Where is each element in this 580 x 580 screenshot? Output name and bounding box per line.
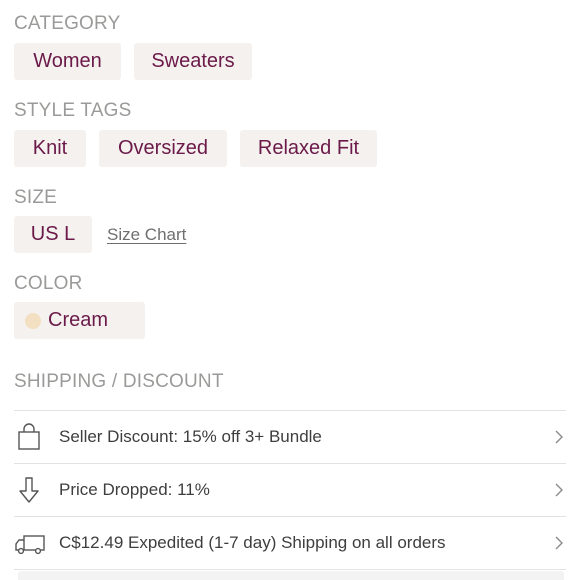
divider [14, 569, 566, 570]
shipping-row[interactable]: C$12.49 Expedited (1-7 day) Shipping on … [14, 517, 566, 569]
seller-discount-text: Seller Discount: 15% off 3+ Bundle [59, 427, 322, 446]
color-label: Cream [48, 309, 109, 331]
shipping-text: C$12.49 Expedited (1-7 day) Shipping on … [59, 533, 446, 552]
truck-icon [14, 529, 46, 557]
listing-details-panel: CATEGORY Women Sweaters STYLE TAGS Knit … [0, 0, 580, 580]
bottom-panel-edge [18, 571, 564, 580]
size-chip[interactable]: US L [14, 216, 92, 253]
size-chart-link[interactable]: Size Chart [107, 223, 186, 247]
arrow-down-icon [14, 476, 46, 504]
price-dropped-row[interactable]: Price Dropped: 11% [14, 464, 566, 516]
shipping-discount-heading: SHIPPING / DISCOUNT [14, 371, 224, 392]
chevron-right-icon [554, 483, 564, 497]
price-dropped-text: Price Dropped: 11% [59, 480, 210, 499]
color-chip[interactable]: Cream [14, 302, 145, 339]
style-tag-chip-relaxed-fit[interactable]: Relaxed Fit [240, 130, 377, 167]
style-tag-chip-knit[interactable]: Knit [14, 130, 86, 167]
chevron-right-icon [554, 430, 564, 444]
style-tag-chip-oversized[interactable]: Oversized [99, 130, 227, 167]
style-tags-heading: STYLE TAGS [14, 100, 132, 121]
size-heading: SIZE [14, 187, 58, 208]
shopping-bag-icon [14, 423, 46, 451]
chevron-right-icon [554, 536, 564, 550]
category-heading: CATEGORY [14, 13, 121, 34]
seller-discount-row[interactable]: Seller Discount: 15% off 3+ Bundle [14, 411, 566, 463]
color-swatch [25, 313, 41, 329]
category-chip-sweaters[interactable]: Sweaters [134, 43, 252, 80]
category-chip-women[interactable]: Women [14, 43, 121, 80]
color-heading: COLOR [14, 273, 83, 294]
